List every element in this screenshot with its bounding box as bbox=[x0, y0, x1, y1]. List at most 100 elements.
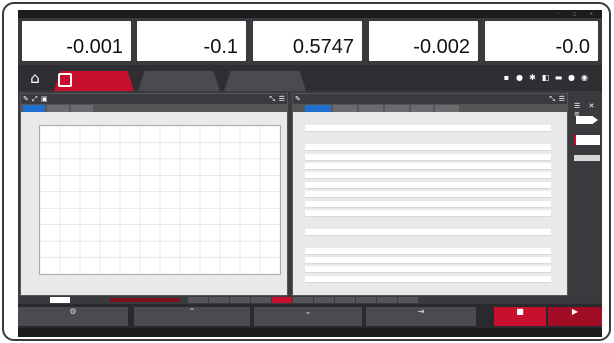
table-row[interactable] bbox=[305, 163, 551, 170]
table-section-header bbox=[305, 238, 551, 246]
readout-extension[interactable]: -0.002 bbox=[369, 21, 478, 61]
table-section-header bbox=[305, 219, 551, 227]
return-button[interactable]: ⇥ bbox=[366, 307, 476, 326]
jog-up-button[interactable]: ⌃ bbox=[134, 307, 250, 326]
jog-down-button[interactable]: ⌄ bbox=[254, 307, 362, 326]
help-icon[interactable]: ● bbox=[567, 73, 576, 82]
progress-track bbox=[110, 298, 180, 302]
table-row[interactable] bbox=[305, 266, 551, 274]
subtab-curve[interactable] bbox=[23, 105, 45, 112]
readout-position[interactable]: 0.5747 bbox=[253, 21, 362, 61]
table-row[interactable] bbox=[305, 257, 551, 264]
table-row[interactable] bbox=[305, 210, 551, 217]
settings-icon[interactable]: ✱ bbox=[528, 73, 537, 82]
strip-button[interactable] bbox=[314, 297, 334, 303]
zoom-icon[interactable]: ⤢ bbox=[32, 95, 38, 103]
subtab-curve-3[interactable] bbox=[71, 105, 93, 112]
table-section-header bbox=[305, 116, 551, 123]
user-icon[interactable]: ● bbox=[515, 73, 524, 82]
chart-panel-header: ✎ ⤢ ▣ ⤡ ☰ bbox=[21, 94, 287, 104]
plot-area[interactable] bbox=[39, 125, 281, 275]
readout-value: -0.002 bbox=[413, 36, 470, 58]
subtab-6[interactable] bbox=[435, 105, 459, 112]
strip-button[interactable] bbox=[230, 297, 250, 303]
home-icon[interactable]: ⌂ bbox=[24, 68, 46, 88]
strip-button[interactable] bbox=[356, 297, 376, 303]
app-window: – □ ✕ -0.001 -0.1 0.5747 -0.002 -0.0 ⌂ ▪… bbox=[18, 10, 602, 337]
gear-icon: ⚙ bbox=[69, 307, 77, 316]
chart-subtabs bbox=[21, 104, 287, 112]
table-row[interactable] bbox=[305, 228, 551, 236]
menu-icon[interactable]: ☰ bbox=[559, 95, 565, 103]
readout-bar: -0.001 -0.1 0.5747 -0.002 -0.0 bbox=[18, 18, 602, 65]
main-nav: ⌂ ▪ ● ✱ ◧ ▬ ● ◉ bbox=[18, 65, 602, 91]
readout-value: -0.0 bbox=[555, 36, 590, 58]
side-field-2[interactable] bbox=[574, 155, 600, 161]
strip-button[interactable] bbox=[188, 297, 208, 303]
table-row[interactable] bbox=[305, 191, 551, 199]
subtab-5[interactable] bbox=[411, 105, 433, 112]
table-row[interactable] bbox=[305, 200, 551, 208]
plot-grid bbox=[39, 125, 281, 275]
table-row[interactable] bbox=[305, 275, 551, 283]
tab-report[interactable] bbox=[224, 71, 306, 91]
readout-strain[interactable]: -0.0 bbox=[485, 21, 598, 61]
control-strip bbox=[18, 296, 602, 304]
power-icon[interactable]: ◉ bbox=[580, 73, 589, 82]
side-toolbar-icons[interactable]: ☰ ✕ ≡ bbox=[574, 102, 600, 118]
expand-icon[interactable]: ⤡ bbox=[269, 95, 275, 103]
strip-button[interactable] bbox=[209, 297, 229, 303]
subtab-2[interactable] bbox=[333, 105, 357, 112]
test-tab-icon bbox=[58, 73, 72, 87]
subtab-4[interactable] bbox=[385, 105, 409, 112]
side-toolbar: ☰ ✕ ≡ bbox=[572, 101, 602, 304]
edit-icon[interactable]: ✎ bbox=[295, 95, 301, 103]
subtab-curve-2[interactable] bbox=[47, 105, 69, 112]
table-section-header bbox=[305, 134, 551, 142]
start-button[interactable]: ▶ bbox=[548, 307, 602, 326]
readout-value: 0.5747 bbox=[292, 36, 354, 58]
language-icon[interactable]: ◧ bbox=[541, 73, 550, 82]
run-arrow-button[interactable] bbox=[576, 116, 598, 124]
chart-panel: ✎ ⤢ ▣ ⤡ ☰ bbox=[20, 93, 288, 296]
table-row[interactable] bbox=[305, 181, 551, 189]
monitor-icon[interactable]: ▬ bbox=[554, 73, 563, 82]
print-icon[interactable]: ▪ bbox=[502, 73, 511, 82]
table-row[interactable] bbox=[305, 247, 551, 255]
setup-button[interactable]: ⚙ bbox=[18, 307, 128, 326]
readout-load[interactable]: -0.001 bbox=[22, 21, 131, 61]
results-panel: ✎ ⤡ ☰ bbox=[292, 93, 568, 296]
chevron-down-icon: ⌄ bbox=[304, 307, 312, 316]
readout-value: -0.001 bbox=[66, 36, 123, 58]
title-bar: – □ ✕ bbox=[18, 10, 602, 18]
strip-button[interactable] bbox=[335, 297, 355, 303]
strip-button[interactable] bbox=[377, 297, 397, 303]
table-row[interactable] bbox=[305, 144, 551, 152]
stop-button[interactable]: ■ bbox=[494, 307, 546, 326]
subtab-3[interactable] bbox=[359, 105, 383, 112]
strip-button[interactable] bbox=[272, 297, 292, 303]
speed-input[interactable] bbox=[50, 297, 70, 303]
results-panel-header: ✎ ⤡ ☰ bbox=[293, 94, 567, 104]
table-row[interactable] bbox=[305, 172, 551, 180]
window-controls[interactable]: – □ ✕ bbox=[557, 10, 599, 18]
expand-icon[interactable]: ⤡ bbox=[549, 95, 555, 103]
return-icon: ⇥ bbox=[417, 307, 425, 316]
readout-stress[interactable]: -0.1 bbox=[137, 21, 246, 61]
strip-button[interactable] bbox=[251, 297, 271, 303]
tab-method[interactable] bbox=[138, 71, 220, 91]
export-icon[interactable]: ▣ bbox=[41, 95, 48, 103]
side-field-1[interactable] bbox=[574, 135, 600, 145]
subtab-1[interactable] bbox=[305, 105, 331, 112]
bottom-toolbar: ⚙ ⌃ ⌄ ⇥ ■ ▶ bbox=[18, 304, 602, 328]
strip-button[interactable] bbox=[293, 297, 313, 303]
table-row[interactable] bbox=[305, 153, 551, 161]
strip-button[interactable] bbox=[398, 297, 418, 303]
edit-icon[interactable]: ✎ bbox=[23, 95, 29, 103]
play-icon: ▶ bbox=[571, 307, 579, 316]
menu-icon[interactable]: ☰ bbox=[279, 95, 285, 103]
table-row[interactable] bbox=[305, 125, 551, 133]
chevron-up-icon: ⌃ bbox=[188, 307, 196, 316]
readout-value: -0.1 bbox=[203, 36, 238, 58]
stop-icon: ■ bbox=[516, 307, 524, 316]
